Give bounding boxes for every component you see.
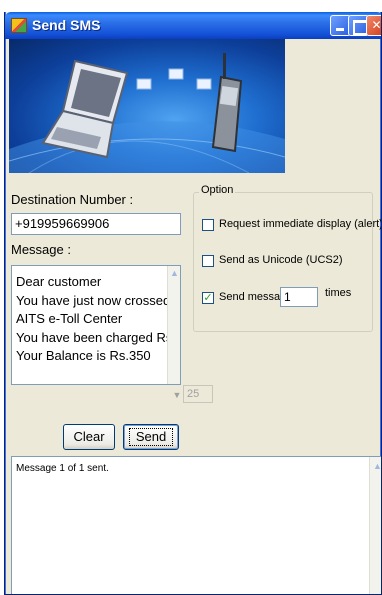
send-button-label: Send bbox=[128, 428, 174, 446]
title-bar[interactable]: Send SMS ✕ bbox=[5, 12, 381, 39]
banner-image bbox=[9, 39, 285, 173]
destination-number-input[interactable]: +919959669906 bbox=[11, 213, 181, 235]
message-label: Message : bbox=[11, 242, 71, 257]
option-group-title: Option bbox=[199, 184, 236, 196]
message-line: You have been charged Rs.70 bbox=[16, 329, 181, 345]
send-unicode-checkbox[interactable] bbox=[202, 255, 214, 267]
destination-label: Destination Number : bbox=[11, 192, 134, 207]
phone-icon bbox=[211, 53, 243, 153]
message-scrollbar[interactable]: ▲ bbox=[167, 266, 180, 384]
scroll-up-icon[interactable]: ▲ bbox=[372, 461, 381, 472]
request-display-label: Request immediate display (alert) bbox=[219, 218, 382, 230]
message-line: You have just now crossed the bbox=[16, 292, 181, 308]
times-input[interactable]: 1 bbox=[280, 287, 318, 307]
message-line: Your Balance is Rs.350 bbox=[16, 348, 151, 363]
status-log[interactable]: Message 1 of 1 sent. ▲ ▼ bbox=[11, 456, 381, 594]
send-message-checkbox[interactable]: ✓ bbox=[202, 292, 214, 304]
clear-button[interactable]: Clear bbox=[63, 424, 115, 450]
sms-app-icon bbox=[11, 18, 27, 33]
envelope-icons bbox=[136, 68, 212, 90]
send-button[interactable]: Send bbox=[123, 424, 179, 450]
checkmark-icon: ✓ bbox=[203, 292, 213, 304]
request-display-checkbox[interactable] bbox=[202, 219, 214, 231]
log-scrollbar[interactable]: ▲ ▼ bbox=[369, 457, 381, 594]
character-counter: 25 bbox=[183, 385, 213, 403]
laptop-phone-illustration bbox=[9, 53, 285, 173]
window-title: Send SMS bbox=[32, 17, 101, 33]
message-textarea[interactable]: Dear customer You have just now crossed … bbox=[11, 265, 181, 385]
counter-down-icon: ▼ bbox=[172, 390, 182, 400]
message-line: AITS e-Toll Center bbox=[16, 311, 123, 326]
log-message: Message 1 of 1 sent. bbox=[16, 463, 109, 474]
send-unicode-label: Send as Unicode (UCS2) bbox=[219, 254, 343, 266]
message-line: Dear customer bbox=[16, 274, 102, 289]
close-button[interactable]: ✕ bbox=[366, 15, 381, 36]
times-label: times bbox=[325, 287, 352, 299]
send-sms-window: Send SMS ✕ Destination Number: +9199596… bbox=[4, 12, 382, 595]
scroll-up-icon[interactable]: ▲ bbox=[169, 268, 180, 279]
